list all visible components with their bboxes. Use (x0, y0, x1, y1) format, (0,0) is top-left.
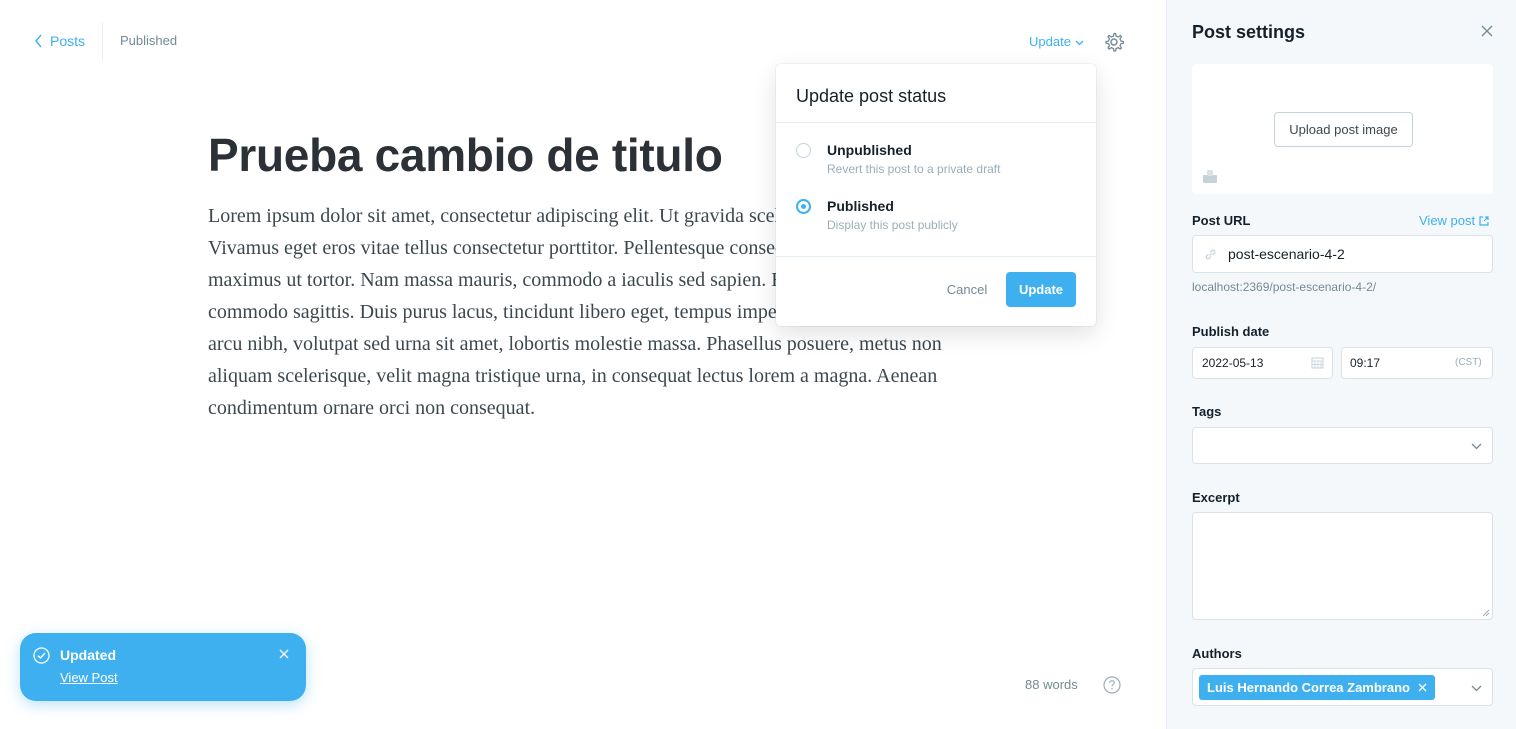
publish-date-input[interactable]: 2022-05-13 (1192, 347, 1333, 379)
cancel-button[interactable]: Cancel (936, 272, 998, 307)
popover-divider (776, 256, 1096, 257)
chevron-down-icon (1075, 40, 1084, 45)
authors-input[interactable]: Luis Hernando Correa Zambrano (1192, 668, 1493, 706)
update-trigger-label: Update (1029, 34, 1071, 49)
upload-post-image-button[interactable]: Upload post image (1274, 112, 1413, 147)
update-button[interactable]: Update (1006, 272, 1076, 307)
published-radio[interactable] (796, 199, 811, 214)
authors-label: Authors (1192, 646, 1242, 661)
panel-title: Post settings (1192, 22, 1306, 42)
published-description: Display this post publicly (827, 218, 958, 232)
popover-title: Update post status (796, 86, 947, 106)
post-settings-panel: Post settings Upload post image Post URL… (1166, 0, 1516, 729)
author-chip: Luis Hernando Correa Zambrano (1199, 675, 1435, 700)
tags-input[interactable] (1192, 427, 1493, 464)
excerpt-textarea[interactable] (1192, 512, 1493, 620)
help-icon[interactable] (1103, 676, 1121, 694)
tags-label: Tags (1192, 404, 1222, 419)
back-to-posts-link[interactable]: Posts (34, 33, 85, 49)
back-link-label: Posts (50, 33, 86, 49)
unpublished-radio[interactable] (796, 143, 811, 158)
close-icon[interactable] (1418, 683, 1427, 692)
update-status-popover: Update post status Unpublished Revert th… (776, 64, 1096, 326)
chevron-down-icon (1471, 443, 1482, 450)
toast-view-post-link[interactable]: View Post (60, 670, 118, 685)
image-icon (1203, 170, 1217, 183)
unpublished-description: Revert this post to a private draft (827, 162, 1001, 176)
published-option[interactable]: Published Display this post publicly (796, 198, 958, 232)
publish-date-label: Publish date (1192, 324, 1270, 339)
calendar-icon (1311, 357, 1324, 369)
post-title[interactable]: Prueba cambio de titulo (208, 128, 723, 182)
topbar-divider (102, 23, 103, 60)
popover-divider (776, 122, 1096, 123)
gear-icon[interactable] (1104, 32, 1124, 52)
post-url-value: post-escenario-4-2 (1228, 246, 1345, 262)
word-count: 88 words (1025, 677, 1078, 692)
close-icon[interactable] (278, 648, 290, 660)
check-circle-icon (33, 647, 50, 664)
post-url-input[interactable]: post-escenario-4-2 (1192, 235, 1493, 273)
chevron-down-icon (1471, 685, 1482, 692)
post-status-text: Published (120, 33, 178, 48)
resize-grip-icon[interactable] (1482, 609, 1490, 617)
post-url-label: Post URL (1192, 213, 1251, 228)
update-menu-trigger[interactable]: Update (1029, 34, 1084, 49)
excerpt-label: Excerpt (1192, 490, 1240, 505)
view-post-label: View post (1419, 213, 1476, 228)
updated-toast: Updated View Post (20, 633, 306, 701)
author-name: Luis Hernando Correa Zambrano (1207, 680, 1410, 695)
unpublished-option[interactable]: Unpublished Revert this post to a privat… (796, 142, 1000, 176)
view-post-link[interactable]: View post (1419, 213, 1489, 228)
link-icon (1205, 249, 1216, 260)
chevron-left-icon (35, 34, 42, 48)
publish-date-value: 2022-05-13 (1202, 356, 1264, 370)
unpublished-label: Unpublished (827, 142, 912, 158)
toast-title: Updated (60, 647, 116, 663)
close-icon[interactable] (1481, 25, 1493, 37)
publish-time-value: 09:17 (1350, 356, 1381, 370)
post-url-preview: localhost:2369/post-escenario-4-2/ (1192, 280, 1377, 294)
post-image-area: Upload post image (1192, 64, 1493, 194)
timezone-label: (CST) (1455, 357, 1482, 368)
external-link-icon (1479, 215, 1489, 226)
publish-time-input[interactable]: 09:17 (CST) (1341, 347, 1493, 379)
published-label: Published (827, 198, 894, 214)
